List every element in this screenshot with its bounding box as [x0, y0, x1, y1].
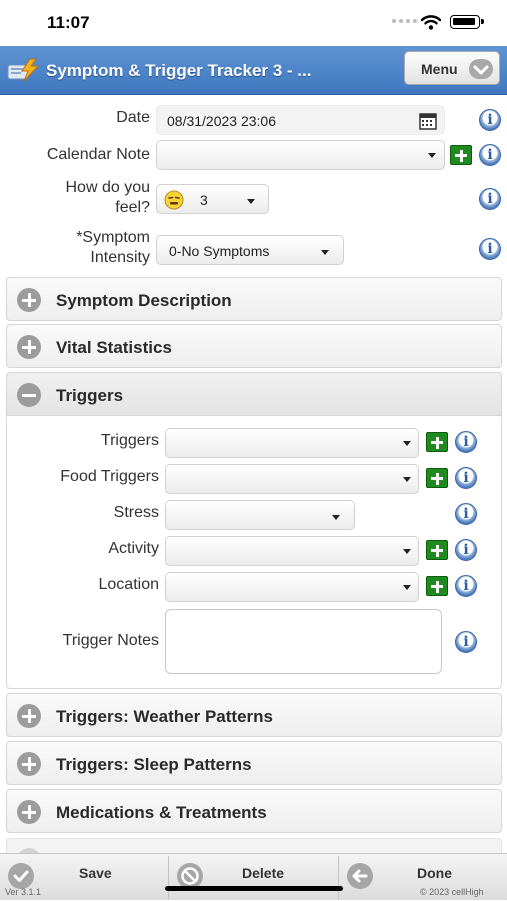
section-triggers[interactable]: Triggers	[6, 372, 502, 416]
delete-button[interactable]: Delete	[169, 854, 338, 901]
calendar-note-select[interactable]	[156, 140, 445, 170]
stress-label: Stress	[113, 504, 159, 521]
intensity-info-icon[interactable]: i	[479, 238, 501, 260]
date-label: Date	[116, 109, 150, 126]
minus-circle-icon	[17, 383, 41, 407]
calendar-note-label: Calendar Note	[46, 146, 150, 163]
date-field[interactable]: 08/31/2023 23:06	[156, 105, 445, 135]
save-label: Save	[79, 865, 112, 881]
caret-down-icon	[403, 549, 411, 554]
delete-label: Delete	[242, 865, 285, 881]
add-activity-button[interactable]	[426, 540, 448, 560]
plus-circle-icon	[17, 800, 41, 824]
trigger-notes-label: Trigger Notes	[62, 632, 159, 649]
battery-icon	[450, 15, 484, 29]
plus-circle-icon	[17, 335, 41, 359]
caret-down-icon	[403, 441, 411, 446]
intensity-select[interactable]: 0-No Symptoms	[156, 235, 344, 265]
face-emoji-icon	[164, 190, 184, 210]
done-label: Done	[417, 865, 452, 881]
copyright-text: © 2023 cellHigh	[420, 887, 484, 897]
section-symptom-description[interactable]: Symptom Description	[6, 277, 502, 321]
version-text: Ver 3.1.1	[5, 887, 42, 897]
section-title: Triggers	[56, 386, 124, 405]
feel-info-icon[interactable]: i	[479, 188, 501, 210]
caret-down-icon	[403, 477, 411, 482]
wifi-icon	[421, 15, 441, 30]
location-select[interactable]	[165, 572, 419, 602]
date-value: 08/31/2023 23:06	[167, 113, 276, 129]
app-logo-icon	[7, 58, 40, 82]
trigger-notes-info-icon[interactable]: i	[455, 631, 477, 653]
section-title: Symptom Description	[56, 291, 232, 310]
location-label: Location	[98, 576, 160, 593]
plus-circle-icon	[17, 752, 41, 776]
triggers-info-icon[interactable]: i	[455, 431, 477, 453]
feel-select[interactable]: 3	[156, 184, 269, 214]
add-food-trigger-button[interactable]	[426, 468, 448, 488]
triggers-select[interactable]	[165, 428, 419, 458]
activity-label: Activity	[108, 540, 159, 557]
date-info-icon[interactable]: i	[479, 109, 501, 131]
activity-select[interactable]	[165, 536, 419, 566]
caret-down-icon	[247, 199, 255, 204]
add-trigger-button[interactable]	[426, 432, 448, 452]
section-title: Triggers: Weather Patterns	[56, 707, 273, 726]
feel-label: How do you feel?	[65, 179, 151, 216]
intensity-label: *Symptom Intensity	[76, 229, 150, 266]
calendar-note-info-icon[interactable]: i	[479, 144, 501, 166]
arrow-left-icon	[347, 863, 373, 889]
calendar-icon[interactable]	[419, 112, 437, 130]
status-bar: 11:07	[0, 0, 507, 46]
stress-info-icon[interactable]: i	[455, 503, 477, 525]
home-indicator	[165, 886, 343, 891]
checkmark-icon	[8, 863, 34, 889]
caret-down-icon	[428, 153, 436, 158]
feel-value: 3	[200, 192, 208, 208]
intensity-value: 0-No Symptoms	[169, 243, 270, 259]
food-triggers-select[interactable]	[165, 464, 419, 494]
caret-down-icon	[403, 585, 411, 590]
chevron-down-icon	[469, 59, 493, 79]
section-title: Vital Statistics	[56, 338, 172, 357]
triggers-label: Triggers	[100, 432, 159, 449]
menu-button-label: Menu	[421, 61, 458, 77]
plus-circle-icon	[17, 704, 41, 728]
app-header: Symptom & Trigger Tracker 3 - ... Menu	[0, 46, 507, 95]
trigger-notes-textarea[interactable]	[165, 609, 442, 674]
food-triggers-label: Food Triggers	[60, 468, 159, 485]
section-vital-statistics[interactable]: Vital Statistics	[6, 324, 502, 368]
page-title: Symptom & Trigger Tracker 3 - ...	[46, 61, 312, 80]
menu-button[interactable]: Menu	[404, 51, 500, 85]
stress-select[interactable]	[165, 500, 355, 530]
caret-down-icon	[321, 250, 329, 255]
section-title: Medications & Treatments	[56, 803, 267, 822]
caret-down-icon	[332, 515, 340, 520]
add-calendar-note-button[interactable]	[450, 145, 472, 165]
add-location-button[interactable]	[426, 576, 448, 596]
food-triggers-info-icon[interactable]: i	[455, 467, 477, 489]
activity-info-icon[interactable]: i	[455, 539, 477, 561]
section-sleep-patterns[interactable]: Triggers: Sleep Patterns	[6, 741, 502, 785]
section-title: Triggers: Sleep Patterns	[56, 755, 252, 774]
plus-circle-icon	[17, 288, 41, 312]
cellular-signal-icon	[392, 19, 417, 23]
status-time: 11:07	[47, 13, 90, 32]
section-weather-patterns[interactable]: Triggers: Weather Patterns	[6, 693, 502, 737]
section-medications[interactable]: Medications & Treatments	[6, 789, 502, 833]
location-info-icon[interactable]: i	[455, 575, 477, 597]
